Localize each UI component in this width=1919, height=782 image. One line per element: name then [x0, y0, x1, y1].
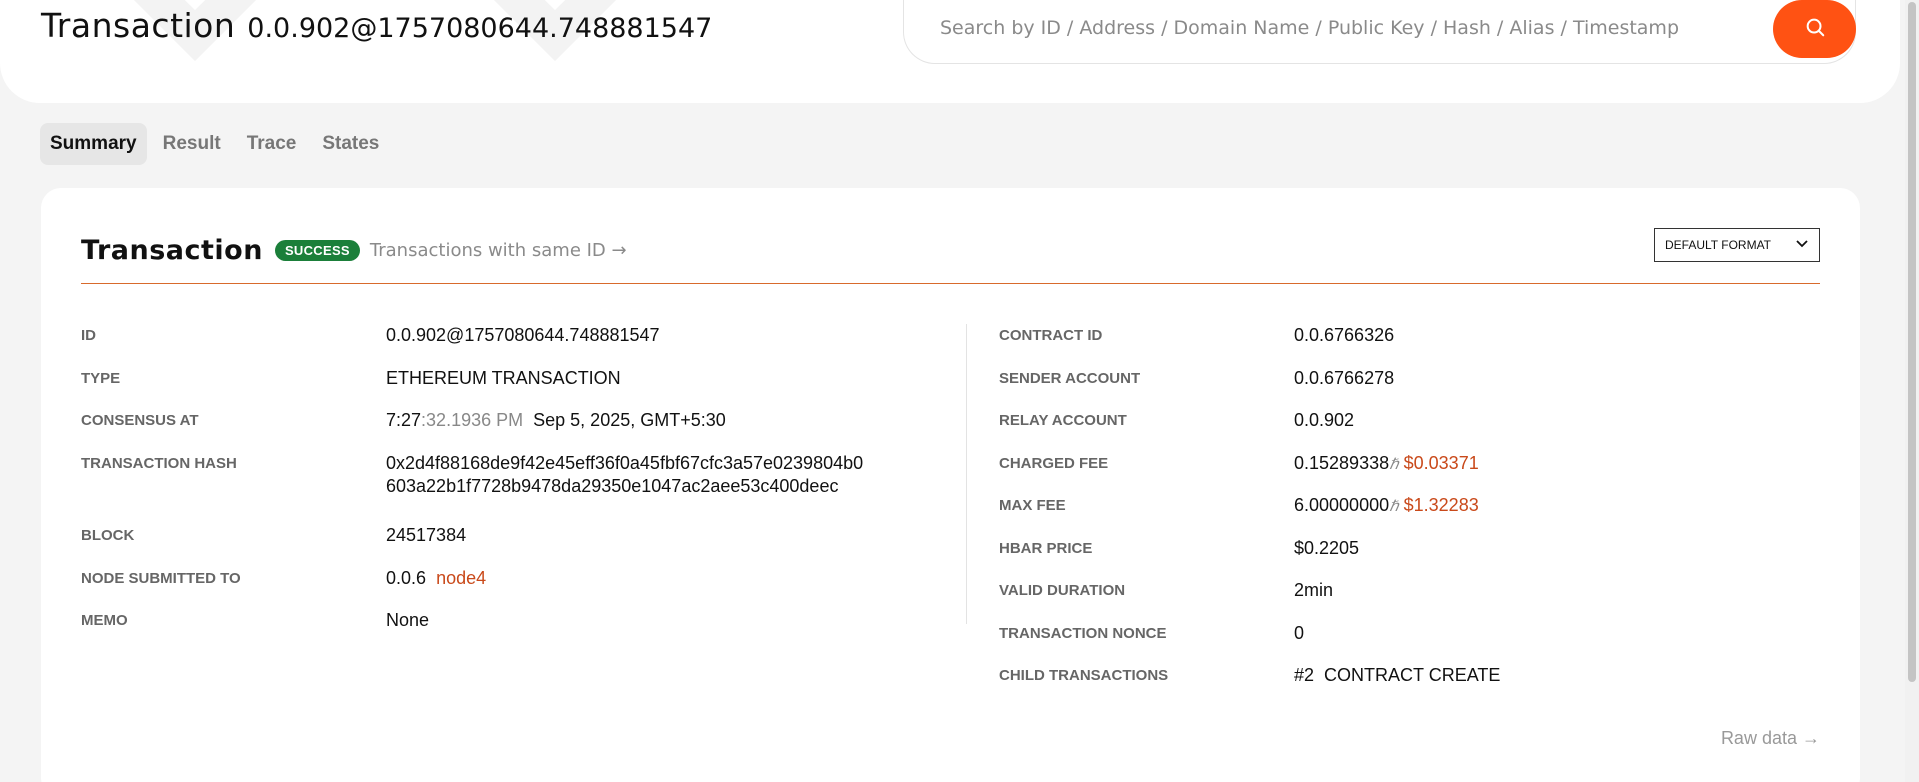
header-divider [81, 283, 1820, 284]
tab-states[interactable]: States [312, 123, 389, 165]
raw-data-label: Raw data [1720, 728, 1797, 748]
prop-child-transactions: CHILD TRANSACTIONS #2 CONTRACT CREATE [999, 665, 1500, 685]
fee-hbar: 6.00000000 [1294, 495, 1390, 515]
hash-line-1: 0x2d4f88168de9f42e45eff36f0a45fbf67cfc3a… [386, 453, 864, 473]
arrow-right-icon: → [1802, 728, 1820, 748]
fee-usd: $0.03371 [1403, 453, 1479, 473]
prop-charged-fee: CHARGED FEE 0.15289338ℏ $0.03371 [999, 453, 1479, 473]
prop-node: NODE SUBMITTED TO 0.0.6 node4 [81, 568, 486, 588]
same-id-link-label: Transactions with same ID [369, 239, 606, 261]
transaction-card: Transaction SUCCESS Transactions with sa… [41, 188, 1860, 782]
prop-memo: MEMO None [81, 610, 429, 630]
prop-key: VALID DURATION [999, 582, 1126, 599]
fee-hbar: 0.15289338 [1294, 453, 1390, 473]
child-index: #2 [1294, 665, 1315, 685]
tab-summary[interactable]: Summary [40, 123, 147, 165]
hbar-unit: ℏ [1389, 456, 1399, 473]
search-box [903, 0, 1856, 64]
scrollbar[interactable] [1905, 0, 1919, 782]
child-type: CONTRACT CREATE [1324, 665, 1501, 685]
prop-key: CHILD TRANSACTIONS [999, 667, 1169, 684]
search-button[interactable] [1773, 0, 1856, 58]
prop-value: 0.0.902@1757080644.748881547 [386, 325, 660, 345]
node-name-link[interactable]: node4 [436, 568, 486, 588]
search-icon [1804, 16, 1826, 42]
prop-key: SENDER ACCOUNT [999, 370, 1141, 387]
tab-trace[interactable]: Trace [237, 123, 307, 165]
prop-key: BLOCK [81, 527, 135, 544]
tab-result[interactable]: Result [153, 123, 231, 165]
prop-key: MAX FEE [999, 497, 1066, 514]
consensus-date: Sep 5, 2025, GMT+5:30 [533, 410, 726, 430]
prop-key: RELAY ACCOUNT [999, 412, 1127, 429]
consensus-time-main: 7:27 [386, 410, 422, 430]
chevron-down-icon [1795, 238, 1809, 252]
prop-value: 6.00000000ℏ $1.32283 [1294, 495, 1479, 516]
prop-sender: SENDER ACCOUNT 0.0.6766278 [999, 368, 1394, 388]
search-input[interactable] [940, 12, 1760, 44]
prop-value: 0.15289338ℏ $0.03371 [1294, 453, 1479, 474]
prop-hash: TRANSACTION HASH 0x2d4f88168de9f42e45eff… [81, 453, 863, 496]
prop-relay: RELAY ACCOUNT 0.0.902 [999, 410, 1354, 430]
prop-value: ETHEREUM TRANSACTION [386, 368, 621, 388]
hash-line-2: 603a22b1f7728b9478da29350e1047ac2aee53c4… [386, 476, 839, 496]
sender-account-link[interactable]: 0.0.6766278 [1294, 368, 1394, 389]
fee-usd: $1.32283 [1403, 495, 1479, 515]
prop-key: CONTRACT ID [999, 327, 1103, 344]
child-transaction-link[interactable]: #2 CONTRACT CREATE [1294, 665, 1500, 686]
format-select-value: DEFAULT FORMAT [1665, 238, 1772, 252]
consensus-time-sub: :32.1936 PM [421, 410, 524, 430]
prop-value: 0.0.6 node4 [386, 568, 486, 589]
prop-value: 0x2d4f88168de9f42e45eff36f0a45fbf67cfc3a… [386, 452, 863, 498]
tab-bar: Summary Result Trace States [40, 123, 389, 165]
prop-value: 0 [1294, 623, 1305, 643]
prop-type: TYPE ETHEREUM TRANSACTION [81, 368, 621, 388]
page-title: Transaction 0.0.902@1757080644.748881547 [41, 6, 712, 45]
prop-key: HBAR PRICE [999, 540, 1093, 557]
raw-data-link[interactable]: Raw data → [1721, 728, 1820, 749]
scrollbar-thumb[interactable] [1908, 2, 1916, 682]
prop-key: CHARGED FEE [999, 455, 1109, 472]
prop-value: 2min [1294, 580, 1334, 600]
prop-key: MEMO [81, 612, 128, 629]
prop-hbar-price: HBAR PRICE $0.2205 [999, 538, 1359, 558]
prop-value: 24517384 [386, 525, 467, 545]
prop-contract-id: CONTRACT ID 0.0.6766326 [999, 325, 1394, 345]
node-id: 0.0.6 [386, 568, 427, 588]
prop-max-fee: MAX FEE 6.00000000ℏ $1.32283 [999, 495, 1479, 515]
prop-key: CONSENSUS AT [81, 412, 199, 429]
card-title: Transaction [81, 234, 263, 266]
page-title-value: 0.0.902@1757080644.748881547 [247, 13, 713, 44]
contract-id-link[interactable]: 0.0.6766326 [1294, 325, 1394, 346]
page-title-label: Transaction [41, 6, 236, 45]
prop-block: BLOCK 24517384 [81, 525, 466, 545]
prop-key: TYPE [81, 370, 121, 387]
prop-nonce: TRANSACTION NONCE 0 [999, 623, 1304, 643]
status-badge: SUCCESS [274, 239, 360, 261]
prop-key: TRANSACTION HASH [81, 455, 237, 472]
page-header: Transaction 0.0.902@1757080644.748881547 [0, 0, 1900, 103]
prop-key: NODE SUBMITTED TO [81, 570, 241, 587]
format-select[interactable]: DEFAULT FORMAT [1654, 228, 1820, 262]
relay-account-link[interactable]: 0.0.902 [1294, 410, 1354, 431]
prop-key: ID [81, 327, 96, 344]
arrow-right-icon: → [611, 239, 627, 261]
prop-value: $0.2205 [1294, 538, 1360, 558]
prop-id: ID 0.0.902@1757080644.748881547 [81, 325, 660, 345]
card-header: Transaction SUCCESS Transactions with sa… [81, 228, 1820, 272]
prop-key: TRANSACTION NONCE [999, 625, 1167, 642]
hbar-unit: ℏ [1389, 498, 1399, 515]
prop-value: None [386, 610, 430, 630]
column-divider [966, 324, 967, 624]
same-id-link[interactable]: Transactions with same ID → [370, 240, 627, 261]
prop-valid-duration: VALID DURATION 2min [999, 580, 1333, 600]
prop-value: 7:27:32.1936 PM Sep 5, 2025, GMT+5:30 [386, 410, 726, 431]
prop-consensus: CONSENSUS AT 7:27:32.1936 PM Sep 5, 2025… [81, 410, 726, 430]
